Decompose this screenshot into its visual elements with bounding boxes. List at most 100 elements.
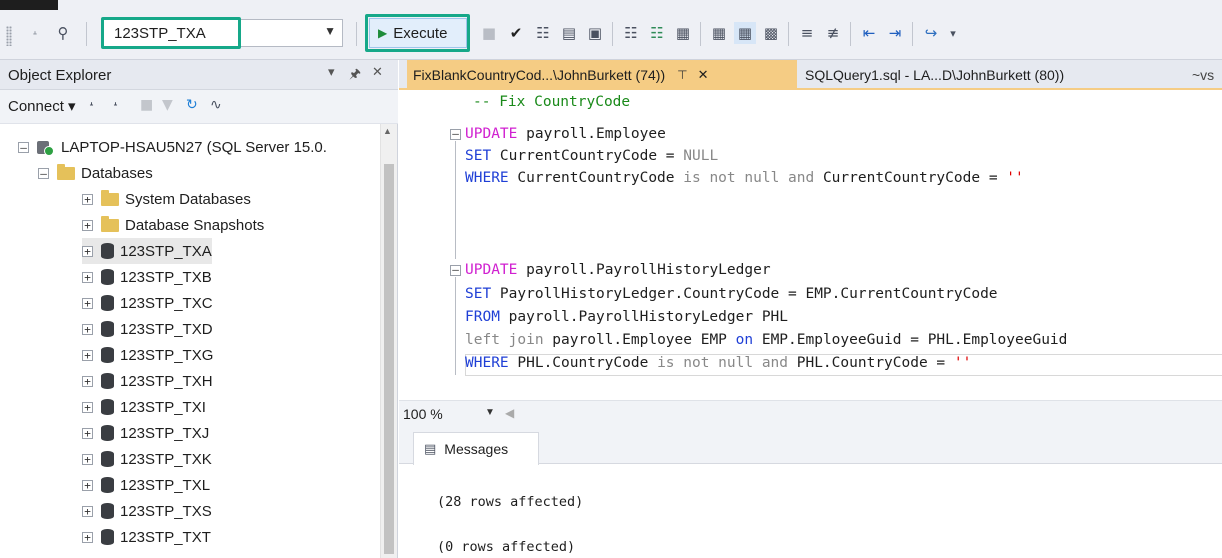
code-line: SET PayrollHistoryLedger.CountryCode = E… [465, 286, 998, 302]
query-editor[interactable]: – – -- Fix CountryCode UPDATE payroll.Em… [399, 90, 1222, 400]
pin-icon[interactable]: ⊤ [677, 68, 687, 82]
close-tab-icon[interactable]: ✕ [698, 68, 709, 83]
query-options-icon[interactable]: ☷ [620, 22, 642, 44]
tree-node-database[interactable]: + 123STP_TXH [82, 368, 213, 394]
parse-checkmark-icon[interactable]: ✔ [505, 22, 527, 44]
collapse-icon[interactable]: – [18, 141, 29, 153]
server-icon [37, 139, 55, 156]
menu-fragment [0, 0, 58, 10]
tree-node-database-snapshots[interactable]: + Database Snapshots [82, 212, 264, 238]
scroll-up-icon[interactable]: ▲ [383, 126, 392, 136]
client-statistics-icon[interactable]: ▩ [760, 22, 782, 44]
expand-icon[interactable]: + [82, 193, 93, 205]
display-plan-icon[interactable]: ☷ [532, 22, 554, 44]
fold-icon[interactable]: – [450, 264, 461, 276]
tree-node-database[interactable]: + 123STP_TXJ [82, 420, 209, 446]
results-to-text-icon[interactable]: ▤ [558, 22, 580, 44]
tree-node-database[interactable]: + 123STP_TXS [82, 498, 212, 524]
toolbar-grip[interactable] [6, 26, 12, 46]
pin-icon[interactable]: 🖈 [349, 65, 361, 87]
tree-node-label: 123STP_TXI [120, 398, 206, 416]
results-to-grid-icon[interactable]: ▦ [708, 22, 730, 44]
toolbar-separator [788, 22, 789, 46]
toolbar-separator [612, 22, 613, 46]
expand-icon[interactable]: + [82, 323, 93, 335]
tab-sqlquery1[interactable]: SQLQuery1.sql - LA...D\JohnBurkett (80)) [801, 60, 1141, 90]
filter-icon[interactable]: ▼ [162, 97, 173, 113]
code-line: UPDATE payroll.PayrollHistoryLedger [465, 262, 771, 278]
include-plan-icon[interactable]: ▦ [734, 22, 756, 44]
fold-icon[interactable]: – [450, 128, 461, 140]
connect-plug-icon[interactable]: ˔ [88, 97, 95, 113]
tab-active-query[interactable]: FixBlankCountryCod...\JohnBurkett (74)) … [407, 60, 797, 90]
intellisense-icon[interactable]: ☷ [646, 22, 668, 44]
tree-node-database[interactable]: + 123STP_TXI [82, 394, 206, 420]
tab-messages[interactable]: ▤ Messages [413, 432, 539, 465]
tree-node-system-databases[interactable]: + System Databases [82, 186, 251, 212]
tree-node-database[interactable]: + 123STP_TXA [82, 238, 212, 264]
expand-icon[interactable]: + [82, 505, 93, 517]
expand-icon[interactable]: + [82, 427, 93, 439]
expand-icon[interactable]: + [82, 271, 93, 283]
scroll-left-icon[interactable]: ◀ [505, 406, 514, 420]
expand-icon[interactable]: + [82, 531, 93, 543]
tree-node-database[interactable]: + 123STP_TXD [82, 316, 213, 342]
specify-values-icon[interactable]: ↪ [920, 22, 942, 44]
chevron-down-icon[interactable]: ▼ [485, 407, 495, 418]
zoom-level[interactable]: 100 % [403, 406, 443, 422]
tab-overflow[interactable]: ~vs [1192, 60, 1222, 90]
object-explorer-panel: Object Explorer ▾ 🖈 ✕ Connect ▾ ˔ ˔ ■ ▼ … [0, 60, 398, 558]
plug-icon[interactable]: ˔ [24, 22, 46, 44]
tree-node-database[interactable]: + 123STP_TXT [82, 524, 211, 550]
chevron-down-icon[interactable]: ▼ [324, 24, 336, 38]
stop-icon[interactable]: ■ [140, 97, 153, 113]
expand-icon[interactable]: + [82, 375, 93, 387]
tree-node-database[interactable]: + 123STP_TXB [82, 264, 212, 290]
tree-node-databases[interactable]: – Databases [38, 160, 153, 186]
refresh-icon[interactable]: ↻ [186, 97, 198, 113]
scrollbar-thumb[interactable] [384, 164, 394, 554]
window-position-icon[interactable]: ▾ [328, 65, 335, 80]
activity-monitor-icon[interactable]: ∿ [210, 97, 222, 113]
main-toolbar: ˔ ⚲ 123STP_TXA ▼ ▶ Execute ■ ✔ ☷ ▤ ▣ ☷ ☷… [0, 0, 1222, 60]
uncomment-icon[interactable]: ≢ [822, 22, 844, 44]
tree-node-label: 123STP_TXJ [120, 424, 210, 442]
zoom-bar: 100 % ▼ ◀ [399, 400, 1222, 428]
tree-node-database[interactable]: + 123STP_TXK [82, 446, 212, 472]
toolbar-separator [86, 22, 87, 46]
expand-icon[interactable]: + [82, 453, 93, 465]
expand-icon[interactable]: + [82, 297, 93, 309]
comment-icon[interactable]: ≡ [796, 22, 818, 44]
tree-node-label: 123STP_TXT [120, 528, 211, 546]
toolbar-overflow-icon[interactable]: ▾ [942, 22, 964, 44]
sqlcmd-mode-icon[interactable]: ▦ [672, 22, 694, 44]
expand-icon[interactable]: + [82, 245, 93, 257]
stop-icon[interactable]: ■ [478, 22, 500, 44]
database-icon [101, 347, 114, 363]
tree-node-server[interactable]: – LAPTOP-HSAU5N27 (SQL Server 15.0. [18, 134, 327, 160]
object-explorer-scrollbar[interactable]: ▲ [380, 124, 397, 558]
execute-button[interactable]: ▶ Execute [369, 18, 467, 48]
folder-icon [101, 215, 119, 232]
results-to-file-icon[interactable]: ▣ [584, 22, 606, 44]
expand-icon[interactable]: + [82, 219, 93, 231]
expand-icon[interactable]: + [82, 479, 93, 491]
collapse-icon[interactable]: – [38, 167, 49, 179]
outdent-icon[interactable]: ⇥ [884, 22, 906, 44]
tab-label: SQLQuery1.sql - LA...D\JohnBurkett (80)) [805, 67, 1065, 83]
tree-node-database[interactable]: + 123STP_TXG [82, 342, 213, 368]
database-icon [101, 425, 114, 441]
tree-node-label: 123STP_TXB [120, 268, 212, 286]
indent-icon[interactable]: ⇤ [858, 22, 880, 44]
tree-node-database[interactable]: + 123STP_TXL [82, 472, 210, 498]
tree-node-database[interactable]: + 123STP_TXC [82, 290, 213, 316]
expand-icon[interactable]: + [82, 401, 93, 413]
expand-icon[interactable]: + [82, 349, 93, 361]
connect-icon[interactable]: ⚲ [52, 22, 74, 44]
disconnect-icon[interactable]: ˔ [112, 97, 119, 113]
connect-button[interactable]: Connect ▾ [8, 97, 76, 115]
database-selector[interactable]: 123STP_TXA ▼ [103, 19, 343, 47]
code-line: left join payroll.Employee EMP on EMP.Em… [465, 332, 1068, 348]
close-icon[interactable]: ✕ [372, 65, 383, 80]
database-icon [101, 477, 114, 493]
